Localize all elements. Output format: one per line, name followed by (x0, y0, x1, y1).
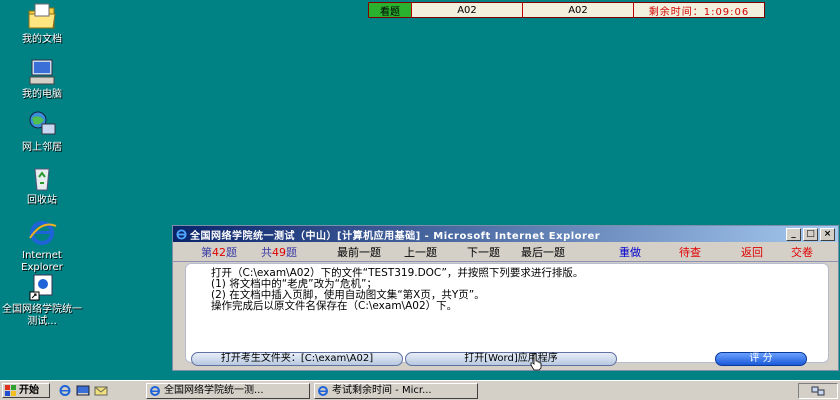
network-icon (29, 111, 56, 135)
question-instructions: 打开（C:\exam\A02）下的文件“TEST319.DOC”，并按照下列要求… (211, 268, 583, 312)
instruction-line: 操作完成后以原文件名保存在（C:\exam\A02）下。 (211, 300, 458, 312)
back-link[interactable]: 返回 (741, 244, 763, 260)
score-button[interactable]: 评 分 (715, 352, 807, 366)
ie-window-icon (176, 228, 187, 240)
next-question-link[interactable]: 下一题 (467, 244, 500, 260)
windows-logo-icon (5, 385, 16, 396)
start-label: 开始 (19, 384, 39, 396)
desktop-icon-label: 网上邻居 (22, 142, 62, 153)
taskbar: 开始 全国网络学院统一测... 考试剩余时间 - Micr... (0, 380, 840, 400)
open-exam-folder-button[interactable]: 打开考生文件夹：[C:\exam\A02] (191, 352, 403, 366)
maximize-button[interactable]: □ (803, 227, 818, 241)
computer-icon (29, 59, 55, 85)
exam-window: 全国网络学院统一测试（中山）[计算机应用基础] - Microsoft Inte… (172, 225, 839, 371)
hand-cursor-icon (530, 353, 542, 371)
desktop-icon-internet-explorer[interactable]: Internet Explorer (2, 218, 82, 274)
ie-quicklaunch-icon[interactable] (58, 384, 72, 397)
exam-timer-bar: 看题 A02 A02 剩余时间：1:09:06 (368, 2, 765, 18)
ie-task-icon (150, 386, 160, 396)
taskbar-item-exam-window[interactable]: 全国网络学院统一测... (146, 383, 310, 399)
pending-link[interactable]: 待查 (679, 244, 701, 260)
tray-network-icon[interactable] (811, 385, 825, 397)
last-question-link[interactable]: 最后一题 (521, 244, 565, 260)
desktop-icon-my-documents[interactable]: 我的文档 (2, 2, 82, 46)
shortcut-icon (29, 274, 53, 301)
start-button[interactable]: 开始 (2, 383, 50, 398)
desktop-icon-label: 回收站 (27, 195, 57, 206)
recycle-bin-icon (34, 168, 50, 191)
outlook-express-icon[interactable] (94, 384, 108, 397)
prev-question-link[interactable]: 上一题 (404, 244, 437, 260)
show-desktop-icon[interactable] (76, 384, 90, 397)
question-nav-bar: 第42题 共49题 最前一题 上一题 下一题 最后一题 重做 待查 返回 交卷 (173, 242, 838, 262)
open-word-button[interactable]: 打开[Word]应用程序 (405, 352, 617, 366)
quick-launch (58, 384, 108, 397)
folder-icon (28, 3, 56, 29)
internet-explorer-icon (29, 221, 57, 245)
window-title: 全国网络学院统一测试（中山）[计算机应用基础] - Microsoft Inte… (190, 230, 601, 242)
taskbar-item-label: 全国网络学院统一测... (164, 385, 264, 396)
ie-task-icon (318, 386, 328, 396)
total-questions-indicator: 共49题 (261, 245, 297, 259)
desktop-icon-label: 我的文档 (22, 34, 62, 45)
first-question-link[interactable]: 最前一题 (337, 244, 381, 260)
window-title-bar[interactable]: 全国网络学院统一测试（中山）[计算机应用基础] - Microsoft Inte… (173, 226, 838, 242)
desktop-icon-label: Internet Explorer (21, 250, 63, 273)
look-question-button[interactable]: 看题 (369, 3, 412, 18)
desktop-icon-my-computer[interactable]: 我的电脑 (2, 57, 82, 101)
taskbar-item-label: 考试剩余时间 - Micr... (332, 385, 432, 396)
exam-code-cell: A02 (412, 3, 523, 17)
minimize-button[interactable]: _ (786, 227, 801, 241)
current-question-indicator: 第42题 (201, 245, 237, 259)
submit-link[interactable]: 交卷 (791, 244, 813, 260)
redo-link[interactable]: 重做 (619, 244, 641, 260)
desktop-icon-recycle-bin[interactable]: 回收站 (2, 163, 82, 207)
desktop-icon-network[interactable]: 网上邻居 (2, 110, 82, 154)
exam-folder-cell: A02 (523, 3, 634, 17)
question-content-panel: 打开（C:\exam\A02）下的文件“TEST319.DOC”，并按照下列要求… (185, 263, 829, 363)
remaining-time: 剩余时间：1:09:06 (648, 6, 750, 18)
desktop-icon-exam-shortcut[interactable]: 全国网络学院统一测试... (2, 272, 82, 328)
taskbar-item-timer-window[interactable]: 考试剩余时间 - Micr... (314, 383, 478, 399)
system-tray (798, 383, 838, 399)
desktop-icon-label: 全国网络学院统一测试... (2, 304, 82, 327)
close-button[interactable]: × (820, 227, 835, 241)
desktop-icon-label: 我的电脑 (22, 89, 62, 100)
